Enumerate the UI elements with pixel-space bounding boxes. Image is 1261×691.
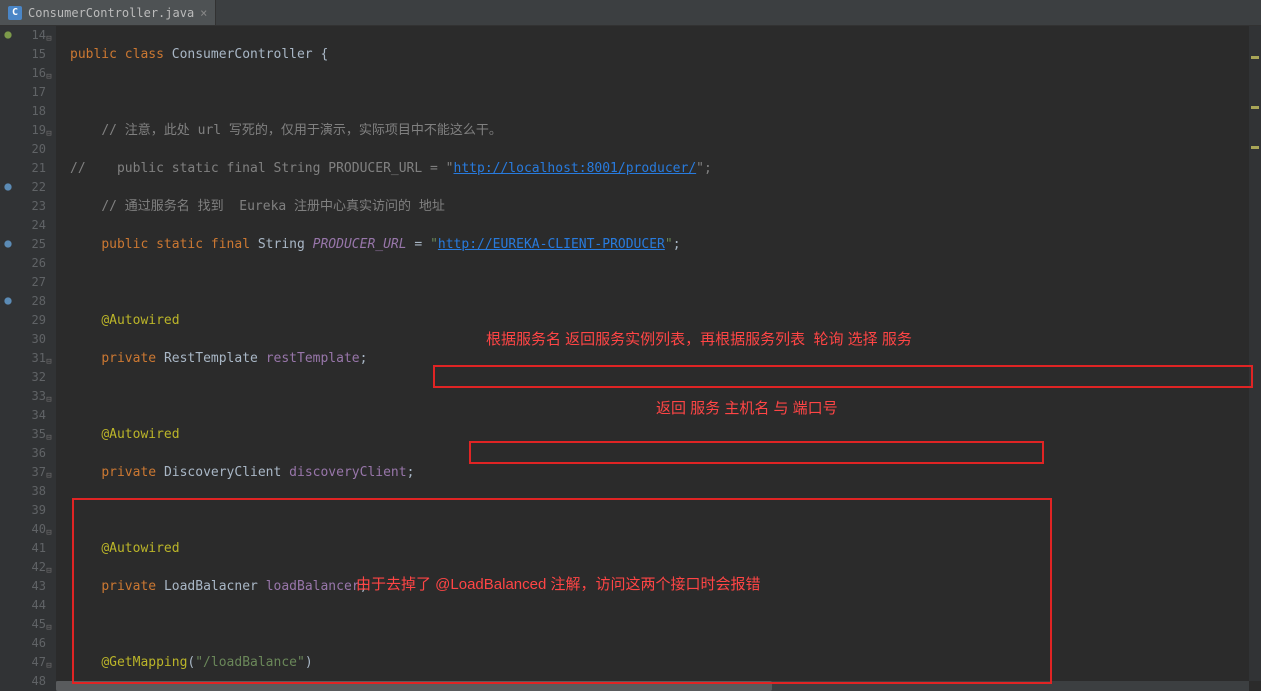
fold-icon[interactable]: ⊟ (44, 619, 54, 629)
annotation-box (469, 441, 1044, 464)
fold-icon[interactable]: ⊟ (44, 68, 54, 78)
fold-icon[interactable]: ⊟ (44, 429, 54, 439)
close-icon[interactable]: × (200, 6, 207, 20)
annotation-text: 根据服务名 返回服务实例列表，再根据服务列表 轮询 选择 服务 (486, 330, 912, 349)
annotation-box (433, 365, 1253, 388)
fold-icon[interactable]: ⊟ (44, 467, 54, 477)
code-area[interactable]: public class ConsumerController { // 注意，… (56, 26, 1261, 691)
scrollbar-thumb[interactable] (56, 681, 772, 691)
gutter: 14⊟ 15 16⊟ 17 18 19⊟ 20 21 22 23 24 25 2… (0, 26, 56, 691)
java-class-icon: C (8, 6, 22, 20)
fold-icon[interactable]: ⊟ (44, 562, 54, 572)
fold-icon[interactable]: ⊟ (44, 391, 54, 401)
override-icon[interactable] (2, 181, 14, 193)
implements-icon[interactable] (2, 29, 14, 41)
code-editor[interactable]: 14⊟ 15 16⊟ 17 18 19⊟ 20 21 22 23 24 25 2… (0, 26, 1261, 691)
override-icon[interactable] (2, 295, 14, 307)
override-icon[interactable] (2, 238, 14, 250)
fold-icon[interactable]: ⊟ (44, 353, 54, 363)
marker-warning[interactable] (1251, 146, 1259, 149)
fold-icon[interactable]: ⊟ (44, 30, 54, 40)
tab-bar: C ConsumerController.java × (0, 0, 1261, 26)
tab-label: ConsumerController.java (28, 6, 194, 20)
vertical-scrollbar[interactable] (1249, 26, 1261, 681)
horizontal-scrollbar[interactable] (56, 681, 1249, 691)
fold-icon[interactable]: ⊟ (44, 524, 54, 534)
marker-warning[interactable] (1251, 56, 1259, 59)
fold-icon[interactable]: ⊟ (44, 657, 54, 667)
fold-icon[interactable]: ⊟ (44, 125, 54, 135)
file-tab[interactable]: C ConsumerController.java × (0, 0, 216, 25)
marker-warning[interactable] (1251, 106, 1259, 109)
